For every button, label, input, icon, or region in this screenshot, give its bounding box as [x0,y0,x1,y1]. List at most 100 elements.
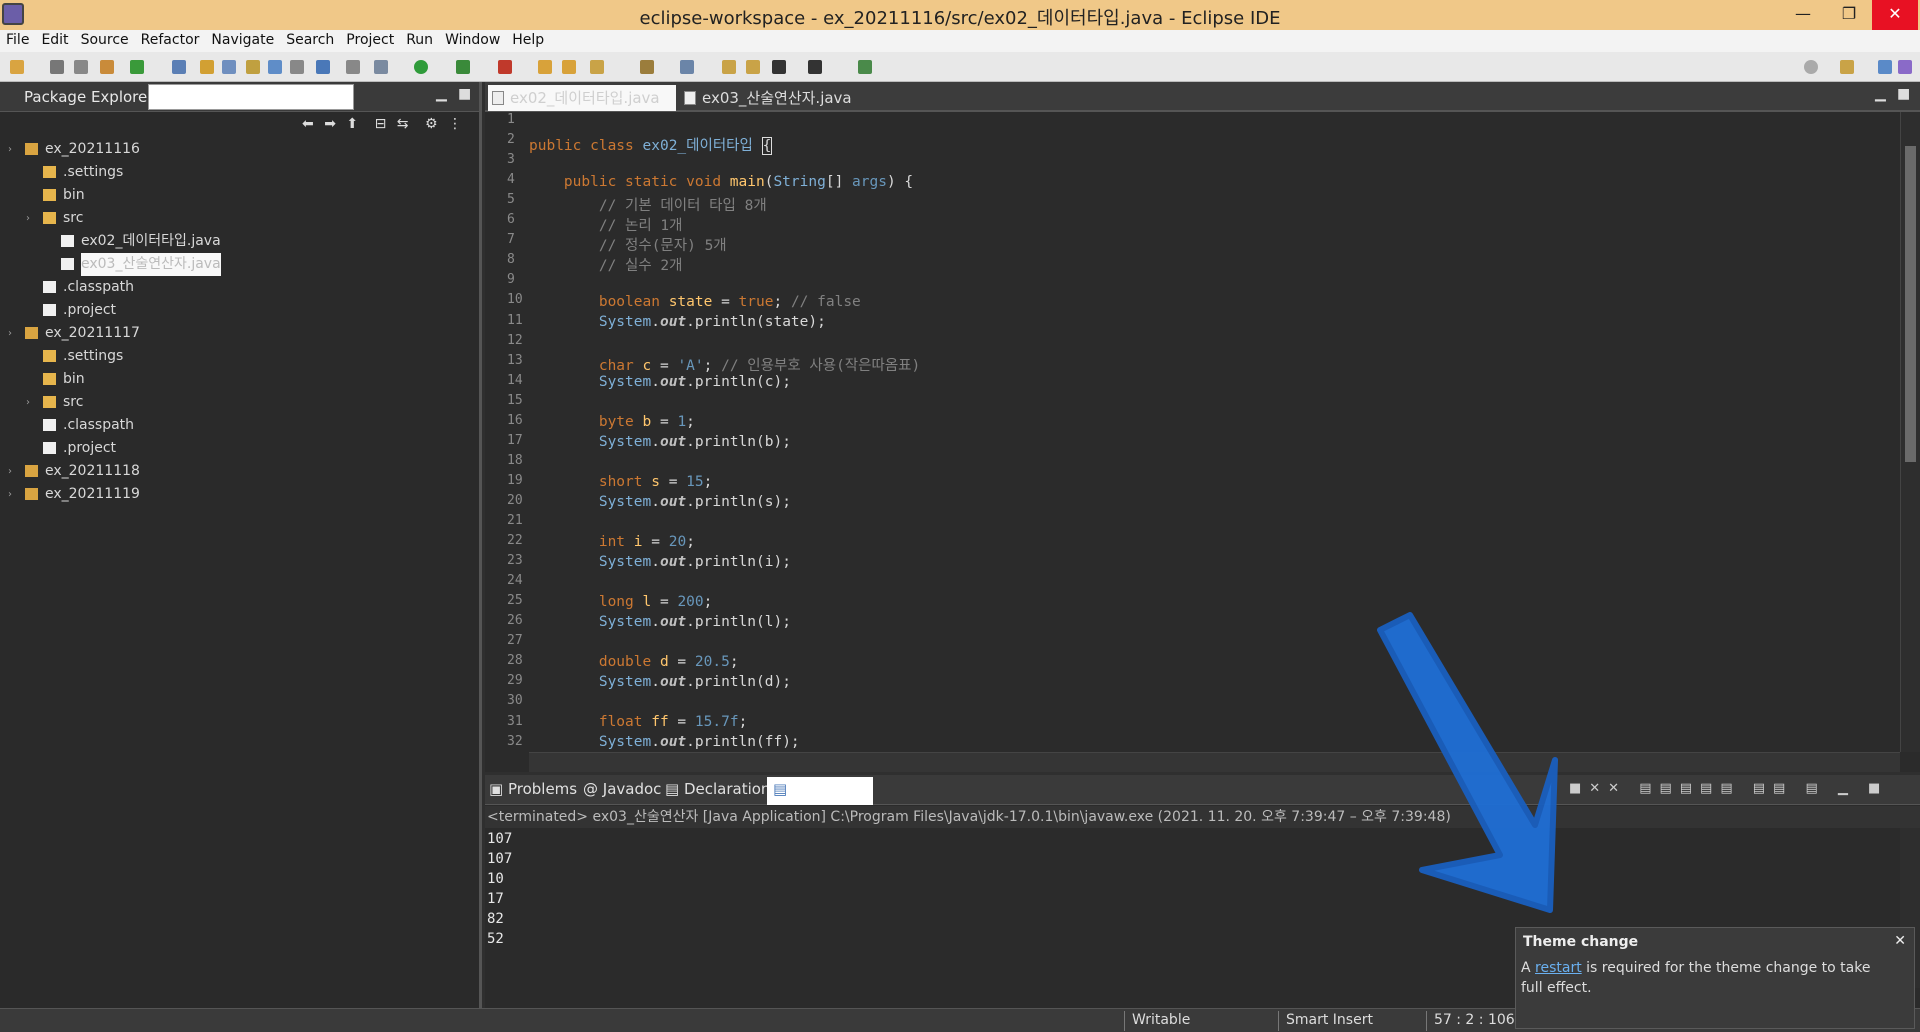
menu-run[interactable]: Run [400,30,439,48]
maximize-editor-icon[interactable]: ■ [1897,86,1910,102]
line-number: 11 [507,312,523,328]
minimize-button[interactable]: — [1780,0,1826,30]
console-toolbar-icons[interactable]: ■✕✕ ▤▤▤▤▤ ▤▤ ▤ ▁ ■ [1569,781,1888,796]
tree-item[interactable]: .settings [0,345,479,368]
tree-item-label: ex03_산술연산자.java [81,253,221,276]
new-package-icon[interactable] [562,60,576,74]
tree-item[interactable]: bin [0,184,479,207]
tree-item[interactable]: .project [0,437,479,460]
forward-icon[interactable] [808,60,822,74]
open-task-icon[interactable] [246,60,260,74]
terminal-icon[interactable] [316,60,330,74]
coverage-icon[interactable] [456,60,470,74]
open-perspective-icon[interactable] [1840,60,1854,74]
link-editor-icon[interactable]: ⇆ [397,116,409,132]
open-type-icon[interactable] [100,60,114,74]
view-menu-icon[interactable]: ⋮ [448,116,462,132]
line-number: 12 [507,332,523,348]
back-nav-icon[interactable]: ⬅ [302,116,314,132]
minimize-editor-icon[interactable]: ▁ [1875,86,1886,102]
editor-horizontal-scrollbar[interactable] [529,752,1900,772]
tree-item[interactable]: › src [0,207,479,230]
tree-item[interactable]: .classpath [0,276,479,299]
quick-access-search-icon[interactable] [1804,60,1818,74]
save-all-icon[interactable] [74,60,88,74]
project-icon [25,143,38,155]
minimize-view-icon[interactable]: ▁ [436,86,447,102]
tree-item[interactable]: › ex_20211119 [0,483,479,506]
external-tools-icon[interactable] [498,60,512,74]
new-java-project-icon[interactable] [538,60,552,74]
new-icon[interactable] [10,60,24,74]
menu-window[interactable]: Window [439,30,506,48]
expand-toggle-icon[interactable]: › [8,138,12,161]
tab-declaration[interactable]: ▤ Declaration [665,780,770,798]
menu-source[interactable]: Source [75,30,135,48]
tree-item[interactable]: .project [0,299,479,322]
filters-icon[interactable]: ⚙ [425,116,438,132]
menu-refactor[interactable]: Refactor [135,30,206,48]
whitespace-icon[interactable] [290,60,304,74]
line-number: 17 [507,432,523,448]
forward-nav-icon[interactable]: ➡ [324,116,336,132]
tree-item[interactable]: › ex_20211116 [0,138,479,161]
menu-edit[interactable]: Edit [35,30,74,48]
tree-item[interactable]: › src [0,391,479,414]
last-edit-icon[interactable] [722,60,736,74]
run-icon[interactable] [414,60,428,74]
collapse-all-icon[interactable]: ⊟ [375,116,387,132]
up-icon[interactable]: ⬆ [346,116,358,132]
menu-help[interactable]: Help [506,30,550,48]
close-button[interactable]: ✕ [1872,0,1918,30]
tree-item[interactable]: .classpath [0,414,479,437]
back-arrow-icon[interactable] [746,60,760,74]
expand-toggle-icon[interactable]: › [8,460,12,483]
expand-toggle-icon[interactable]: › [26,207,30,230]
back-icon[interactable] [772,60,786,74]
tree-item[interactable]: ex02_데이터타입.java [0,230,479,253]
menu-search[interactable]: Search [280,30,340,48]
expand-toggle-icon[interactable]: › [8,483,12,506]
toggle-mark-icon[interactable] [172,60,186,74]
restart-link[interactable]: restart [1535,960,1582,976]
save-icon[interactable] [50,60,64,74]
menu-navigate[interactable]: Navigate [205,30,280,48]
package-explorer-tab[interactable]: Package Explorer [24,88,153,106]
tree-item[interactable]: ex03_산술연산자.java [0,253,479,276]
search-icon[interactable] [222,60,236,74]
maximize-button[interactable]: ❐ [1826,0,1872,30]
tab-problems[interactable]: ▣ Problems [489,780,577,798]
new-class-icon[interactable] [590,60,604,74]
tree-item-label: ex_20211118 [45,463,140,479]
debug-icon[interactable] [374,60,388,74]
expand-toggle-icon[interactable]: › [8,322,12,345]
maximize-view-icon[interactable]: ■ [458,86,471,102]
menu-file[interactable]: File [0,30,35,48]
tree-item[interactable]: › ex_20211117 [0,322,479,345]
expand-toggle-icon[interactable]: › [26,391,30,414]
explorer-filter-input[interactable] [148,84,354,110]
line-number: 7 [507,232,515,248]
code-editor[interactable]: public class ex02_데이터타입 { public static … [529,112,1900,752]
refresh-icon[interactable] [130,60,144,74]
annotation-icon[interactable] [640,60,654,74]
tree-item[interactable]: .settings [0,161,479,184]
java-perspective-icon[interactable] [1878,60,1892,74]
xml-file-icon [43,442,56,454]
tab-ex02[interactable]: ex02_데이터타입.java [488,85,676,111]
edit-icon[interactable] [200,60,214,74]
tab-javadoc[interactable]: @ Javadoc [583,780,661,798]
editor-vertical-scrollbar[interactable] [1900,112,1920,752]
tree-item[interactable]: bin [0,368,479,391]
scrollbar-thumb[interactable] [1905,146,1916,462]
pin-icon[interactable] [858,60,872,74]
tab-console[interactable]: ▤ Console [767,777,873,805]
close-icon[interactable]: ✕ [1894,933,1906,949]
block-select-icon[interactable] [268,60,282,74]
next-annotation-icon[interactable] [680,60,694,74]
tab-ex03[interactable]: ex03_산술연산자.java [680,85,852,111]
debug-perspective-icon[interactable] [1898,60,1912,74]
menu-project[interactable]: Project [340,30,400,48]
skip-breakpoints-icon[interactable] [346,60,360,74]
tree-item[interactable]: › ex_20211118 [0,460,479,483]
